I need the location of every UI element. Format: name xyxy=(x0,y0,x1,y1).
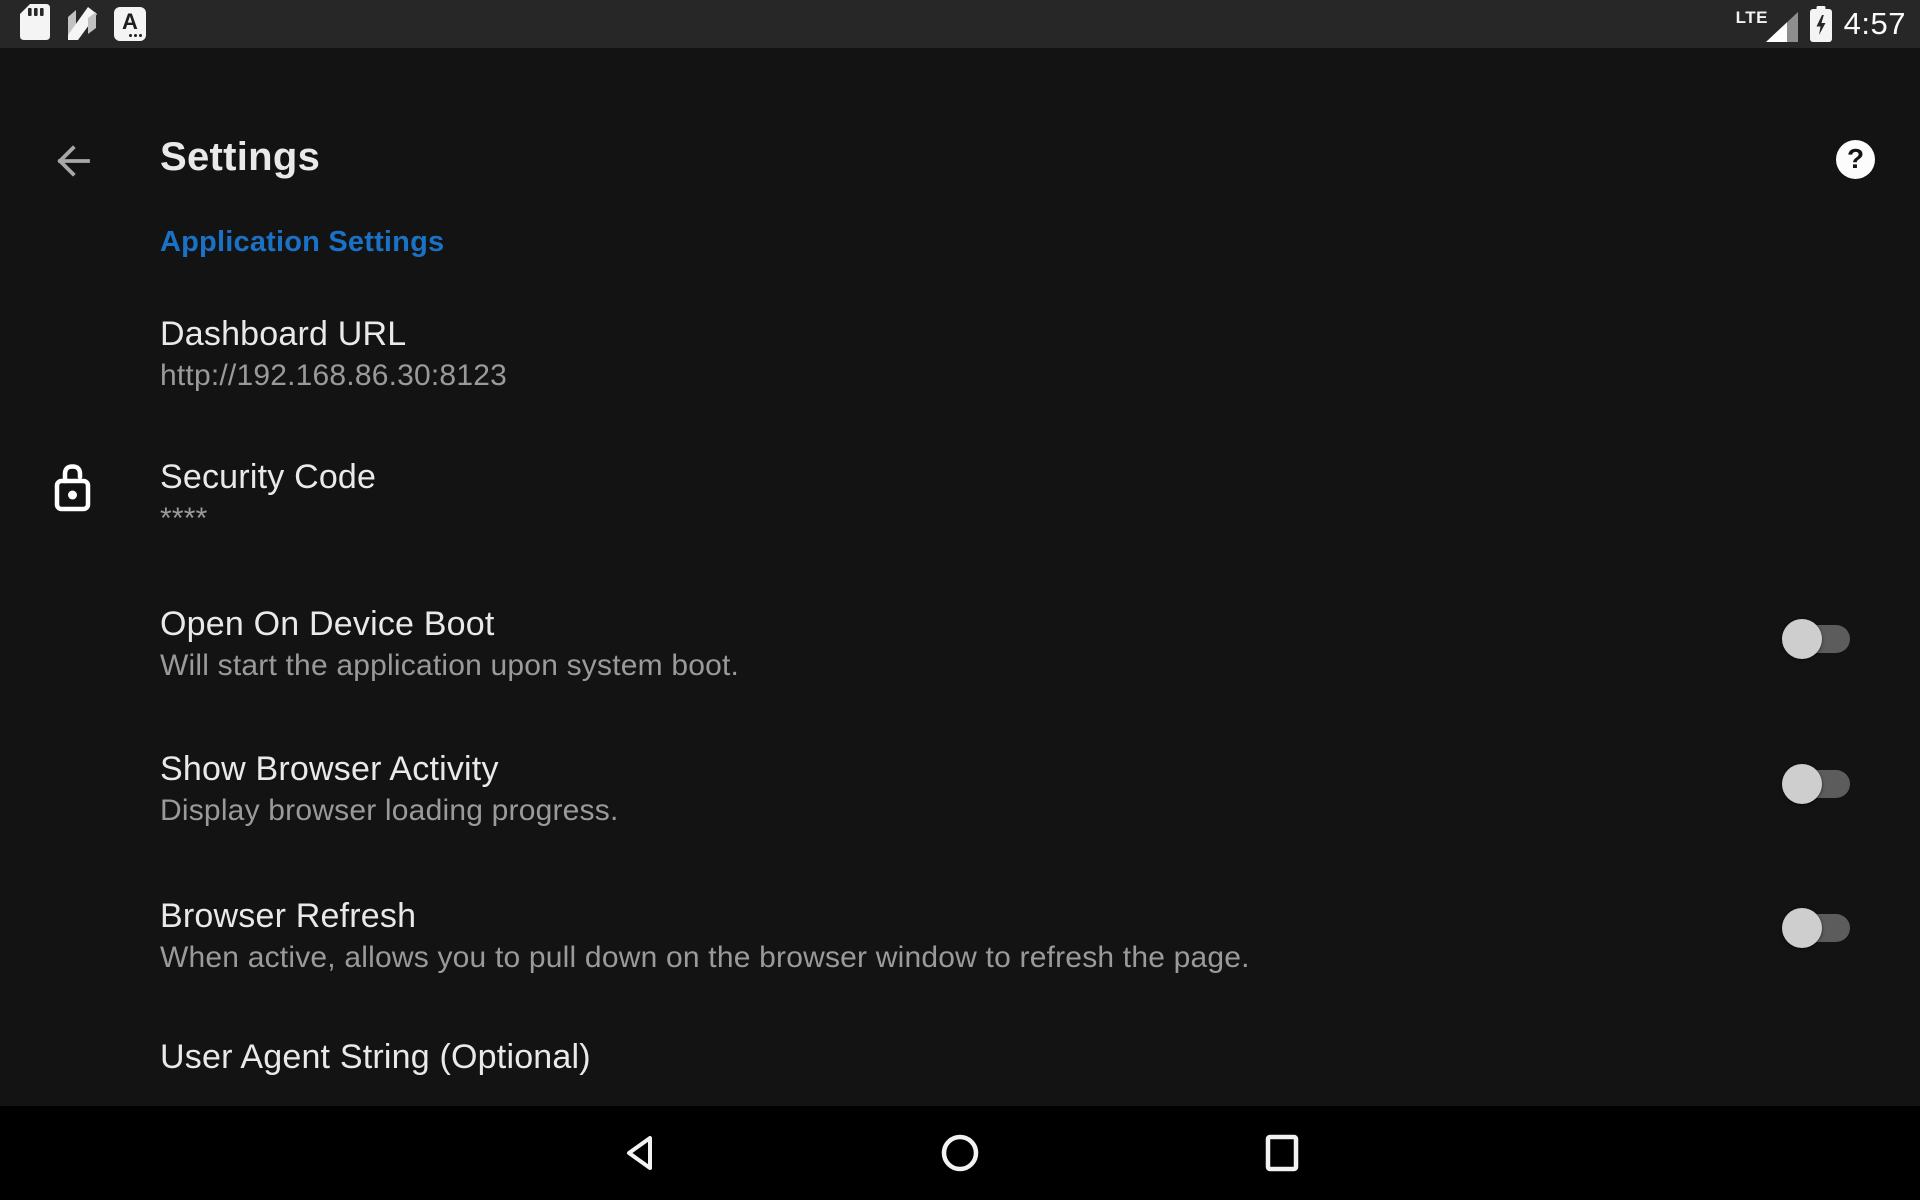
setting-title: Security Code xyxy=(160,458,377,496)
setting-row-show-browser-activity[interactable]: Show Browser Activity Display browser lo… xyxy=(160,748,618,831)
setting-row-browser-refresh[interactable]: Browser Refresh When active, allows you … xyxy=(160,895,1250,978)
nav-home-button[interactable] xyxy=(900,1106,1020,1200)
setting-description: When active, allows you to pull down on … xyxy=(160,941,1250,974)
lock-open-icon xyxy=(52,462,92,519)
setting-row-security-code[interactable]: Security Code **** xyxy=(160,456,376,539)
toggle-thumb xyxy=(1782,764,1822,804)
toggle-thumb xyxy=(1782,619,1822,659)
setting-description: Will start the application upon system b… xyxy=(160,649,740,682)
a-app-icon: A xyxy=(114,7,146,41)
signal-triangle-icon: LTE xyxy=(1736,4,1798,44)
toggle-thumb xyxy=(1782,908,1822,948)
setting-title: Show Browser Activity xyxy=(160,750,499,788)
show-browser-activity-toggle[interactable] xyxy=(1782,764,1850,804)
setting-title: Open On Device Boot xyxy=(160,605,495,643)
setting-row-open-on-device-boot[interactable]: Open On Device Boot Will start the appli… xyxy=(160,603,739,686)
back-arrow-icon[interactable] xyxy=(52,140,94,182)
setting-title: Dashboard URL xyxy=(160,315,407,353)
a-app-glyph: A xyxy=(122,9,138,34)
setting-title: User Agent String (Optional) xyxy=(160,1038,591,1076)
network-type-label: LTE xyxy=(1735,8,1769,27)
sdcard-icon xyxy=(20,3,50,45)
nav-recents-button[interactable] xyxy=(1222,1106,1342,1200)
battery-charging-icon xyxy=(1809,6,1832,42)
setting-title: Browser Refresh xyxy=(160,897,417,935)
open-on-device-boot-toggle[interactable] xyxy=(1782,619,1850,659)
help-glyph: ? xyxy=(1846,143,1865,174)
setting-description: Display browser loading progress. xyxy=(160,794,619,827)
setting-value-masked: **** xyxy=(160,502,208,535)
setting-row-dashboard-url[interactable]: Dashboard URL http://192.168.86.30:8123 xyxy=(160,313,507,396)
setting-value: http://192.168.86.30:8123 xyxy=(160,359,507,392)
app-bar: Settings ? xyxy=(0,48,1920,188)
status-bar-clock: 4:57 xyxy=(1843,6,1906,41)
android-navigation-bar xyxy=(0,1106,1920,1200)
status-bar: A LTE 4:57 xyxy=(0,0,1920,48)
setting-row-user-agent-string[interactable]: User Agent String (Optional) xyxy=(160,1036,591,1078)
android-nougat-icon xyxy=(64,4,100,45)
section-header-application-settings: Application Settings xyxy=(160,226,445,258)
status-bar-notification-icons: A xyxy=(20,0,146,48)
status-bar-system-icons: LTE 4:57 xyxy=(1736,0,1906,48)
nav-back-button[interactable] xyxy=(580,1106,700,1200)
help-icon[interactable]: ? xyxy=(1836,140,1875,179)
page-title: Settings xyxy=(160,135,321,179)
browser-refresh-toggle[interactable] xyxy=(1782,908,1850,948)
